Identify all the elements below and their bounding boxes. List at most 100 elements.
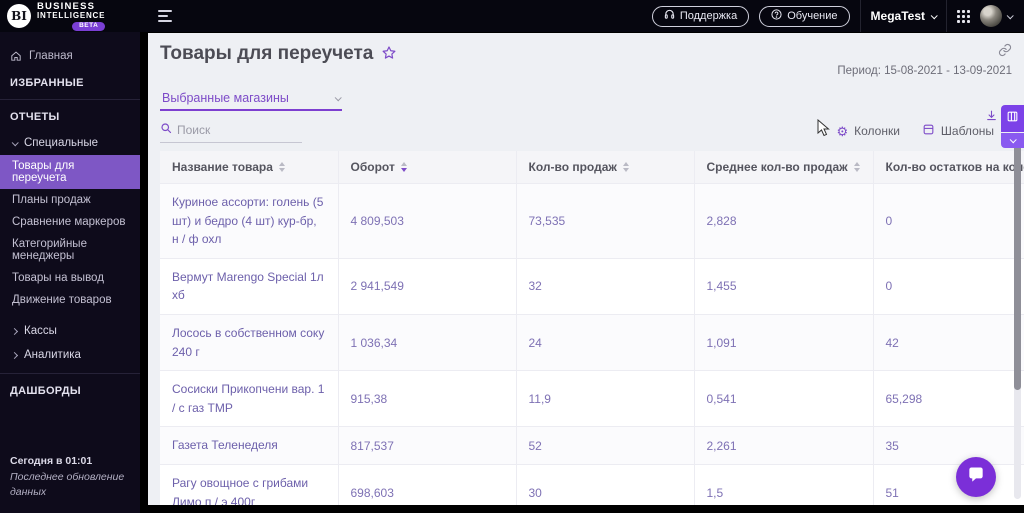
sort-icon[interactable] — [278, 162, 285, 172]
collapse-menu-icon[interactable] — [158, 10, 172, 22]
table-header-row: Название товара Оборот Кол-во продаж Сре… — [160, 151, 1024, 184]
cell-sales: 24 — [516, 314, 695, 372]
sidebar-item-plany-prodazh[interactable]: Планы продаж — [0, 189, 140, 211]
cell-sales: 32 — [516, 258, 695, 315]
column-header-turnover[interactable]: Оборот — [338, 151, 517, 184]
page-title: Товары для переучета — [160, 43, 374, 64]
training-button[interactable]: Обучение — [759, 5, 850, 27]
sidebar-section-favorites[interactable]: ИЗБРАННЫЕ — [0, 68, 140, 97]
user-avatar-menu[interactable] — [980, 5, 1014, 27]
scrollbar-thumb[interactable] — [1014, 134, 1021, 390]
cell-turnover: 2 941,549 — [338, 258, 517, 315]
apps-grid-icon[interactable] — [957, 9, 970, 23]
sidebar-group-analytics[interactable]: Аналитика — [0, 343, 140, 367]
column-label: Кол-во остатков на конец периода — [885, 160, 1024, 174]
cell-avg-sales: 1,455 — [694, 258, 874, 315]
cell-sales: 52 — [516, 426, 695, 465]
beta-badge: BETA — [72, 22, 106, 31]
topbar-separator — [859, 0, 861, 32]
link-icon[interactable] — [998, 43, 1012, 62]
cell-avg-sales: 1,5 — [694, 464, 874, 505]
table-view-button[interactable] — [1001, 105, 1024, 132]
cell-stock: 65,298 — [873, 370, 1024, 428]
product-name-link[interactable]: Сосиски Прикопчени вар. 1 / с газ ТМР — [160, 370, 339, 428]
search-icon — [160, 121, 172, 139]
cell-turnover: 698,603 — [338, 464, 517, 505]
sidebar-section-dashboards[interactable]: ДАШБОРДЫ — [0, 376, 140, 405]
product-name-link[interactable]: Лосось в собственном соку 240 г — [160, 314, 339, 372]
sort-icon[interactable] — [853, 162, 860, 172]
account-menu[interactable]: MegaTest — [871, 9, 938, 23]
gear-icon: ⚙ — [836, 123, 849, 139]
sidebar-group-special[interactable]: Специальные — [0, 131, 140, 155]
sort-icon[interactable] — [622, 162, 629, 172]
templates-button[interactable]: Шаблоны — [922, 123, 994, 139]
columns-label: Колонки — [854, 124, 900, 138]
app-logo[interactable]: BI BUSINESS INTELLIGENCE BETA — [0, 0, 148, 31]
sidebar-item-kategoriynye-menedzhery[interactable]: Категорийные менеджеры — [0, 233, 140, 267]
favorite-star-icon[interactable] — [381, 45, 397, 66]
sort-icon-active[interactable] — [400, 162, 407, 172]
template-icon — [922, 123, 935, 139]
cell-stock: 42 — [873, 314, 1024, 372]
table-icon — [1006, 110, 1019, 128]
products-table: Название товара Оборот Кол-во продаж Сре… — [160, 151, 1024, 505]
widget-collapse-button[interactable] — [1001, 133, 1024, 148]
avatar — [980, 5, 1002, 27]
product-name-link[interactable]: Рагу овощное с грибами Лимо п / э 400г — [160, 464, 339, 505]
chevron-down-icon — [930, 11, 938, 19]
last-update-time: Сегодня в 01:01 — [10, 454, 93, 467]
support-label: Поддержка — [679, 10, 738, 22]
chevron-right-icon — [10, 327, 19, 335]
table-row: Лосось в собственном соку 240 г 1 036,34… — [160, 314, 1024, 372]
cell-turnover: 1 036,34 — [338, 314, 517, 372]
column-header-sales[interactable]: Кол-во продаж — [516, 151, 695, 184]
support-button[interactable]: Поддержка — [651, 5, 750, 27]
product-name-link[interactable]: Куриное ассорти: голень (5 шт) и бедро (… — [160, 183, 339, 259]
product-name-link[interactable]: Газета Теленеделя — [160, 426, 339, 465]
chevron-down-icon — [11, 138, 19, 146]
column-header-name[interactable]: Название товара — [160, 151, 339, 184]
chevron-down-icon — [1009, 136, 1017, 144]
headset-icon — [664, 9, 675, 23]
table-row: Рагу овощное с грибами Лимо п / э 400г 6… — [160, 464, 1024, 505]
column-header-avg-sales[interactable]: Среднее кол-во продаж — [694, 151, 874, 184]
store-filter-select[interactable]: Выбранные магазины — [160, 89, 342, 111]
sidebar-item-dvizhenie-tovarov[interactable]: Движение товаров — [0, 289, 140, 311]
chevron-down-icon — [1006, 11, 1014, 19]
cell-turnover: 4 809,503 — [338, 183, 517, 259]
logo-line2: INTELLIGENCE — [37, 11, 106, 20]
toolbar: ⚙ Колонки Шаблоны — [160, 121, 1024, 143]
search-box — [160, 121, 302, 143]
sidebar-section-reports[interactable]: ОТЧЕТЫ — [0, 102, 140, 131]
columns-button[interactable]: ⚙ Колонки — [836, 124, 899, 138]
topbar-right: Поддержка Обучение MegaTest — [651, 0, 1024, 32]
search-input[interactable] — [177, 123, 292, 137]
training-label: Обучение — [787, 10, 838, 22]
sidebar-item-tovary-dlya-pereucheta[interactable]: Товары для переучета — [0, 155, 140, 189]
column-header-stock[interactable]: Кол-во остатков на конец периода — [873, 151, 1024, 184]
table-view-widget — [1001, 105, 1024, 148]
group-label: Кассы — [24, 325, 57, 337]
logo-text: BUSINESS INTELLIGENCE BETA — [37, 0, 106, 31]
group-label: Аналитика — [24, 349, 81, 361]
sidebar-item-home[interactable]: Главная — [0, 44, 140, 68]
sidebar-item-label: Главная — [29, 50, 73, 62]
last-update-caption: Последнее обновление данных — [10, 470, 125, 499]
chevron-right-icon — [10, 351, 19, 359]
cell-avg-sales: 2,261 — [694, 426, 874, 465]
download-icon[interactable] — [985, 109, 998, 127]
table-row: Вермут Marengo Special 1л хб 2 941,549 3… — [160, 258, 1024, 315]
sidebar-item-sravnenie-markerov[interactable]: Сравнение маркеров — [0, 211, 140, 233]
cell-turnover: 915,38 — [338, 370, 517, 428]
cell-avg-sales: 0,541 — [694, 370, 874, 428]
logo-line1: BUSINESS — [37, 0, 96, 12]
sidebar-item-tovary-na-vyvod[interactable]: Товары на вывод — [0, 267, 140, 289]
cell-sales: 73,535 — [516, 183, 695, 259]
cell-avg-sales: 1,091 — [694, 314, 874, 372]
product-name-link[interactable]: Вермут Marengo Special 1л хб — [160, 258, 339, 315]
sidebar-group-kassy[interactable]: Кассы — [0, 319, 140, 343]
cell-avg-sales: 2,828 — [694, 183, 874, 259]
vertical-scrollbar[interactable] — [1014, 132, 1021, 499]
chat-button[interactable] — [956, 457, 996, 497]
